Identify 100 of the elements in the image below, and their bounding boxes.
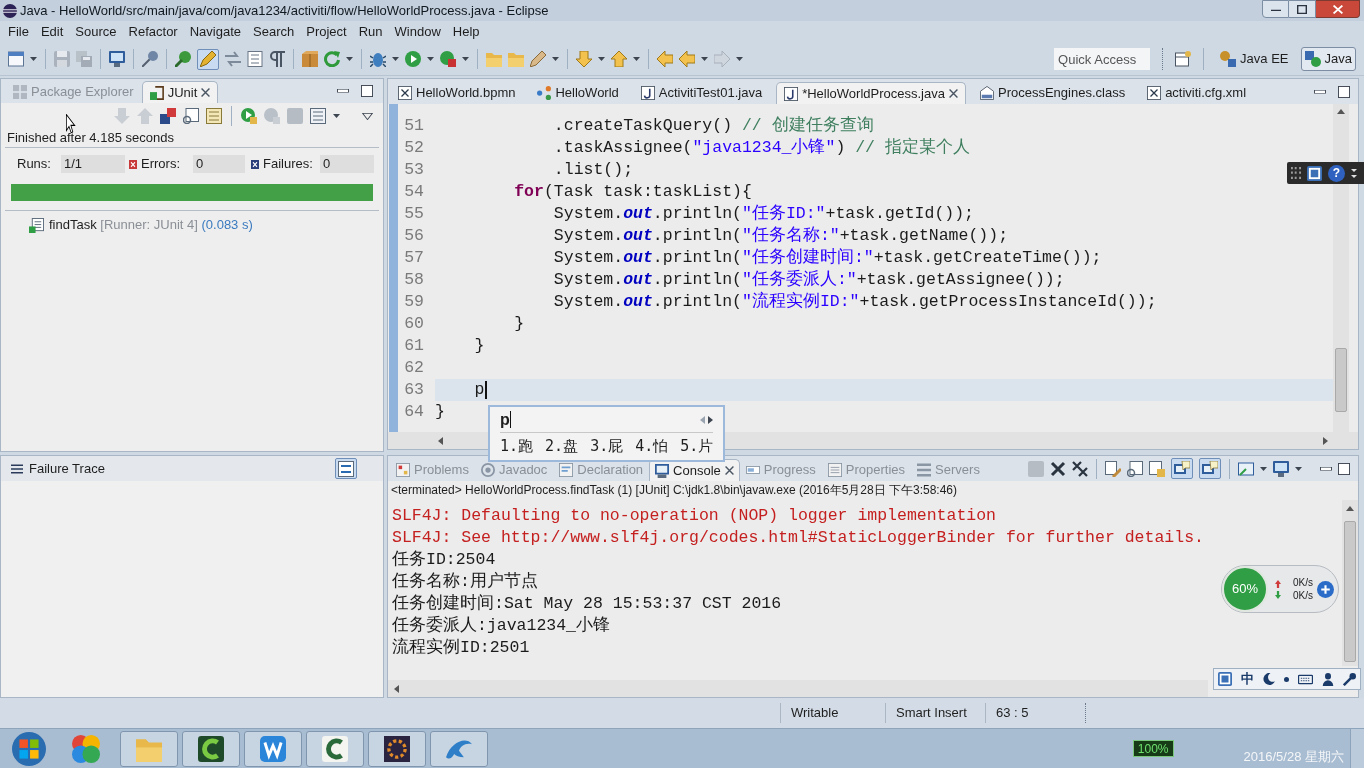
- pin-icon[interactable]: [142, 51, 158, 67]
- menu-item[interactable]: Project: [300, 22, 353, 42]
- toggle-button[interactable]: [1199, 458, 1221, 479]
- scroll-up-icon[interactable]: [1346, 506, 1354, 511]
- editor-tab[interactable]: ActivitiTest01.java: [632, 82, 771, 104]
- crescent-moon-icon[interactable]: [1263, 673, 1275, 685]
- caret-icon[interactable]: [552, 57, 559, 61]
- menu-item[interactable]: Source: [69, 22, 123, 42]
- list-layout-icon[interactable]: [310, 108, 326, 124]
- close-icon[interactable]: [948, 89, 958, 98]
- perspective-button[interactable]: Java: [1300, 47, 1356, 71]
- maximize-icon[interactable]: [361, 85, 373, 97]
- caret-icon[interactable]: [346, 57, 353, 61]
- rerun-icon[interactable]: [241, 108, 257, 124]
- square-logo-icon[interactable]: [1307, 165, 1322, 181]
- clear-document-icon[interactable]: [1105, 460, 1121, 477]
- document-icon[interactable]: [247, 51, 263, 67]
- document-pin-icon[interactable]: [1149, 460, 1165, 477]
- editor-tab[interactable]: HelloWorld.bpmn: [390, 82, 524, 104]
- caret-icon[interactable]: [427, 57, 434, 61]
- help-button[interactable]: ?: [1328, 164, 1345, 182]
- caret-icon[interactable]: [30, 57, 37, 61]
- page-right-icon[interactable]: [708, 415, 713, 424]
- bug-icon[interactable]: [370, 51, 386, 67]
- close-icon[interactable]: [201, 88, 211, 97]
- play-toolbox-icon[interactable]: [440, 51, 456, 67]
- editor-tab[interactable]: HelloWorld: [529, 82, 627, 104]
- maximize-icon[interactable]: [1338, 85, 1350, 98]
- test-tree-item[interactable]: findTask [Runner: JUnit 4] (0.083 s): [29, 216, 253, 234]
- play-icon[interactable]: [405, 51, 421, 67]
- vertical-scrollbar[interactable]: [1333, 104, 1349, 432]
- left-arrow-icon[interactable]: [657, 51, 673, 67]
- toggle-button[interactable]: [1171, 458, 1193, 479]
- caret-icon[interactable]: [701, 57, 708, 61]
- horizontal-scrollbar[interactable]: [388, 680, 1208, 697]
- magnifier-icon[interactable]: [175, 51, 191, 67]
- scroll-up-icon[interactable]: [1337, 109, 1345, 114]
- new-console-icon[interactable]: [1238, 460, 1254, 477]
- close-button[interactable]: [1316, 0, 1360, 18]
- taskbar-app-button[interactable]: [306, 730, 364, 767]
- menu-item[interactable]: Help: [446, 22, 486, 42]
- ime-candidate[interactable]: 5.片: [680, 435, 714, 458]
- view-menu-icon[interactable]: [362, 112, 373, 120]
- close-icon[interactable]: [724, 466, 734, 475]
- quick-access-field[interactable]: Quick Access: [1054, 48, 1151, 70]
- ime-candidate[interactable]: 4.怕: [635, 435, 669, 458]
- minimize-icon[interactable]: [1314, 88, 1326, 95]
- boost-button[interactable]: [1316, 580, 1334, 598]
- error-filter-icon[interactable]: [160, 108, 176, 124]
- refresh-icon[interactable]: [324, 51, 340, 67]
- caret-icon[interactable]: [736, 57, 743, 61]
- menu-item[interactable]: File: [2, 22, 35, 42]
- wrench-icon[interactable]: [1343, 672, 1356, 686]
- person-icon[interactable]: [1322, 672, 1334, 686]
- history-icon[interactable]: [206, 108, 222, 124]
- maximize-icon[interactable]: [1338, 462, 1350, 475]
- editor-tab[interactable]: *HelloWorldProcess.java: [776, 82, 966, 104]
- scroll-lock-icon[interactable]: [1127, 460, 1143, 477]
- editor-tab[interactable]: ProcessEngines.class: [971, 82, 1134, 104]
- up-arrow-icon[interactable]: [611, 51, 627, 67]
- perspective-button[interactable]: Java EE: [1216, 47, 1293, 71]
- double-x-icon[interactable]: [1072, 460, 1088, 477]
- scroll-left-icon[interactable]: [438, 436, 443, 445]
- caret-icon[interactable]: [462, 57, 469, 61]
- down-arrow-icon[interactable]: [576, 51, 592, 67]
- monitor-icon[interactable]: [109, 51, 125, 67]
- ime-candidate[interactable]: 1.跑: [500, 435, 534, 458]
- scrollbar-thumb[interactable]: [1335, 348, 1347, 412]
- taskbar-app-button[interactable]: [368, 730, 426, 767]
- window-icon[interactable]: [8, 51, 24, 67]
- toggle-button[interactable]: [335, 458, 357, 479]
- caret-icon[interactable]: [392, 57, 399, 61]
- vertical-scrollbar[interactable]: [1342, 500, 1358, 666]
- menu-item[interactable]: Navigate: [183, 22, 247, 42]
- keyboard-icon[interactable]: [1298, 672, 1313, 686]
- editor-tab[interactable]: activiti.cfg.xml: [1139, 82, 1255, 104]
- scroll-left-icon[interactable]: [394, 684, 399, 693]
- view-tab[interactable]: JUnit: [141, 81, 219, 103]
- pen-icon[interactable]: [530, 51, 546, 67]
- minimize-icon[interactable]: [337, 88, 349, 94]
- left-arrow-icon[interactable]: [679, 51, 695, 67]
- maximize-button[interactable]: [1289, 0, 1316, 18]
- toggle-button[interactable]: [197, 48, 219, 70]
- ime-candidate[interactable]: 3.屁: [590, 435, 624, 458]
- dot-icon[interactable]: [1284, 676, 1289, 682]
- caret-icon[interactable]: [1260, 466, 1267, 471]
- caret-icon[interactable]: [333, 114, 340, 118]
- menu-item[interactable]: Edit: [34, 22, 70, 42]
- scroll-right-icon[interactable]: [1323, 436, 1328, 445]
- menu-item[interactable]: Refactor: [122, 22, 184, 42]
- menu-item[interactable]: Run: [352, 22, 389, 42]
- ime-candidate[interactable]: 2.盘: [545, 435, 579, 458]
- scroll-lock-icon[interactable]: [183, 108, 199, 124]
- monitor-icon[interactable]: [1273, 460, 1289, 477]
- menu-item[interactable]: Search: [247, 22, 301, 42]
- menu-item[interactable]: Window: [388, 22, 447, 42]
- caret-icon[interactable]: [1295, 466, 1302, 471]
- caret-icon[interactable]: [598, 57, 605, 61]
- paragraph-mark-icon[interactable]: [269, 51, 285, 67]
- remove-x-icon[interactable]: [1050, 460, 1066, 477]
